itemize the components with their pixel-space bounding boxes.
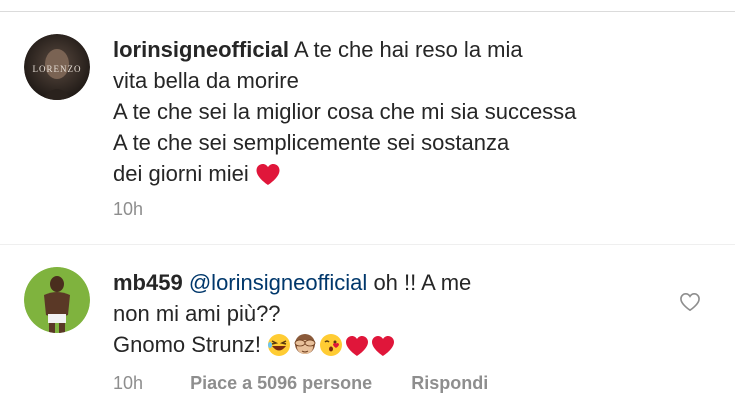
reply-button[interactable]: Rispondi [411,373,488,393]
likes-count-link[interactable]: Piace a 5096 persone [190,373,372,393]
avatar[interactable] [24,267,90,333]
timestamp: 10h [113,373,144,393]
comment-line: vita bella da morire [113,68,299,93]
comment-meta: 10h Piace a 5096 persone Rispondi [113,373,522,394]
comment-line: non mi ami più?? [113,301,281,326]
comment-line: oh !! A me [373,270,472,295]
see-no-evil-monkey-emoji [294,334,316,354]
username[interactable]: lorinsigneofficial [113,37,289,62]
username[interactable]: mb459 [113,270,183,295]
mention-link[interactable]: @lorinsigneofficial [189,270,367,295]
like-heart-icon[interactable] [679,292,701,312]
laughing-emoji [268,334,291,356]
red-heart-emoji [346,336,369,356]
comment-line: Gnomo Strunz! [113,332,261,357]
timestamp: 10h [113,199,144,219]
avatar-logo-text: LORENZO [33,64,82,74]
comment-meta: 10h [113,199,177,220]
comment-text: lorinsigneofficial A te che hai reso la … [113,34,675,189]
red-heart-emoji [372,336,395,356]
avatar[interactable]: LORENZO [24,34,90,100]
comment-mb459: mb459 @lorinsigneofficial oh !! A me non… [0,245,735,413]
comment-line: dei giorni miei [113,161,249,186]
red-heart-emoji [256,164,280,185]
comment-line: A te che hai reso la mia [293,37,523,62]
comment-line: A te che sei semplicemente sei sostanza [113,130,510,155]
comment-line: A te che sei la miglior cosa che mi sia … [113,99,577,124]
comment-text: mb459 @lorinsigneofficial oh !! A me non… [113,267,675,360]
kissing-face-emoji [320,334,343,356]
comment-lorinsigneofficial: LORENZO lorinsigneofficial A te che hai … [0,0,735,245]
